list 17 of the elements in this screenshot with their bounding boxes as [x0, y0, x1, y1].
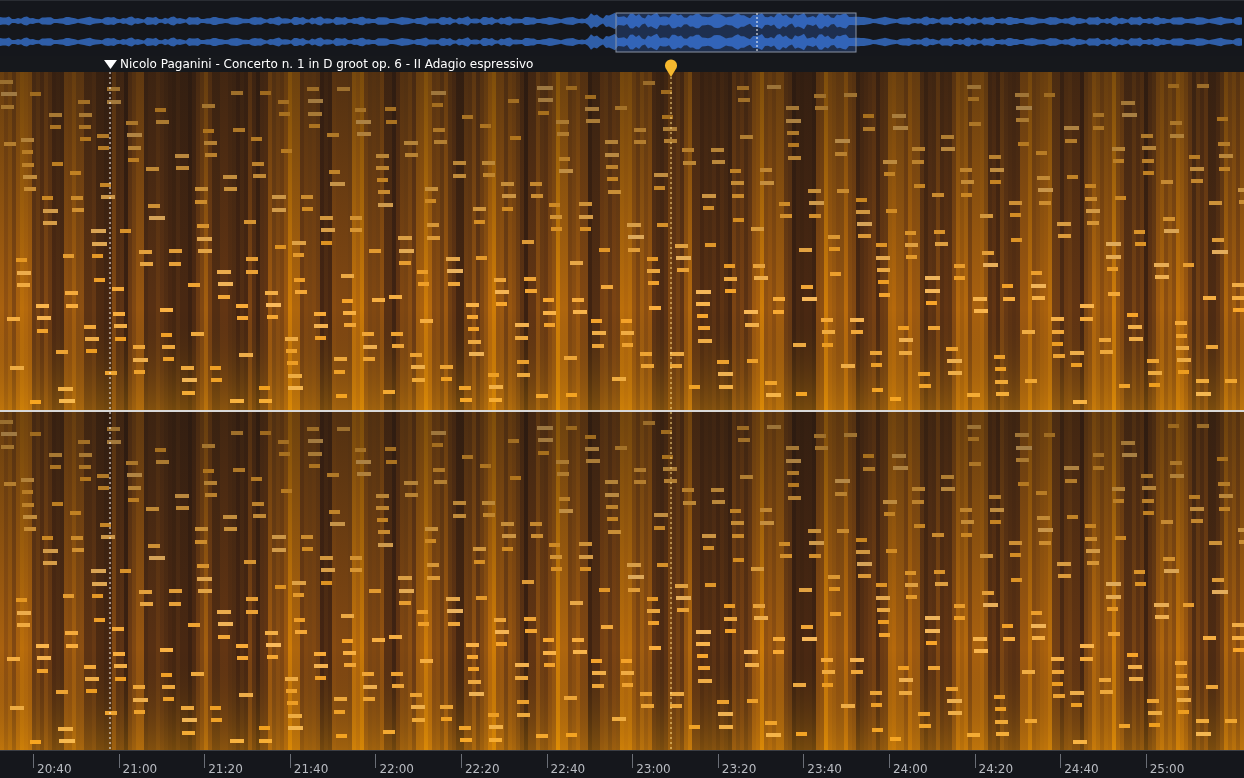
time-label: 23:00: [636, 762, 671, 776]
time-label: 21:00: [122, 762, 158, 776]
time-label: 22:00: [379, 762, 414, 776]
time-label: 23:20: [721, 762, 757, 776]
time-label: 20:40: [37, 762, 72, 776]
marker-label[interactable]: Nicolo Paganini - Concerto n. 1 in D groot op. 6 - II Adagio espressivo: [120, 57, 534, 71]
time-label: 24:20: [978, 762, 1014, 776]
time-label: 24:00: [892, 762, 928, 776]
playhead-pin-icon[interactable]: [664, 59, 678, 77]
time-label: 25:00: [1149, 762, 1185, 776]
time-label: 22:20: [464, 762, 500, 776]
time-label: 24:40: [1064, 762, 1099, 776]
time-label: 22:40: [550, 762, 586, 776]
marker-triangle-icon[interactable]: [104, 59, 117, 69]
time-label: 21:40: [293, 762, 329, 776]
time-label: 21:20: [208, 762, 243, 776]
time-label: 23:40: [807, 762, 842, 776]
